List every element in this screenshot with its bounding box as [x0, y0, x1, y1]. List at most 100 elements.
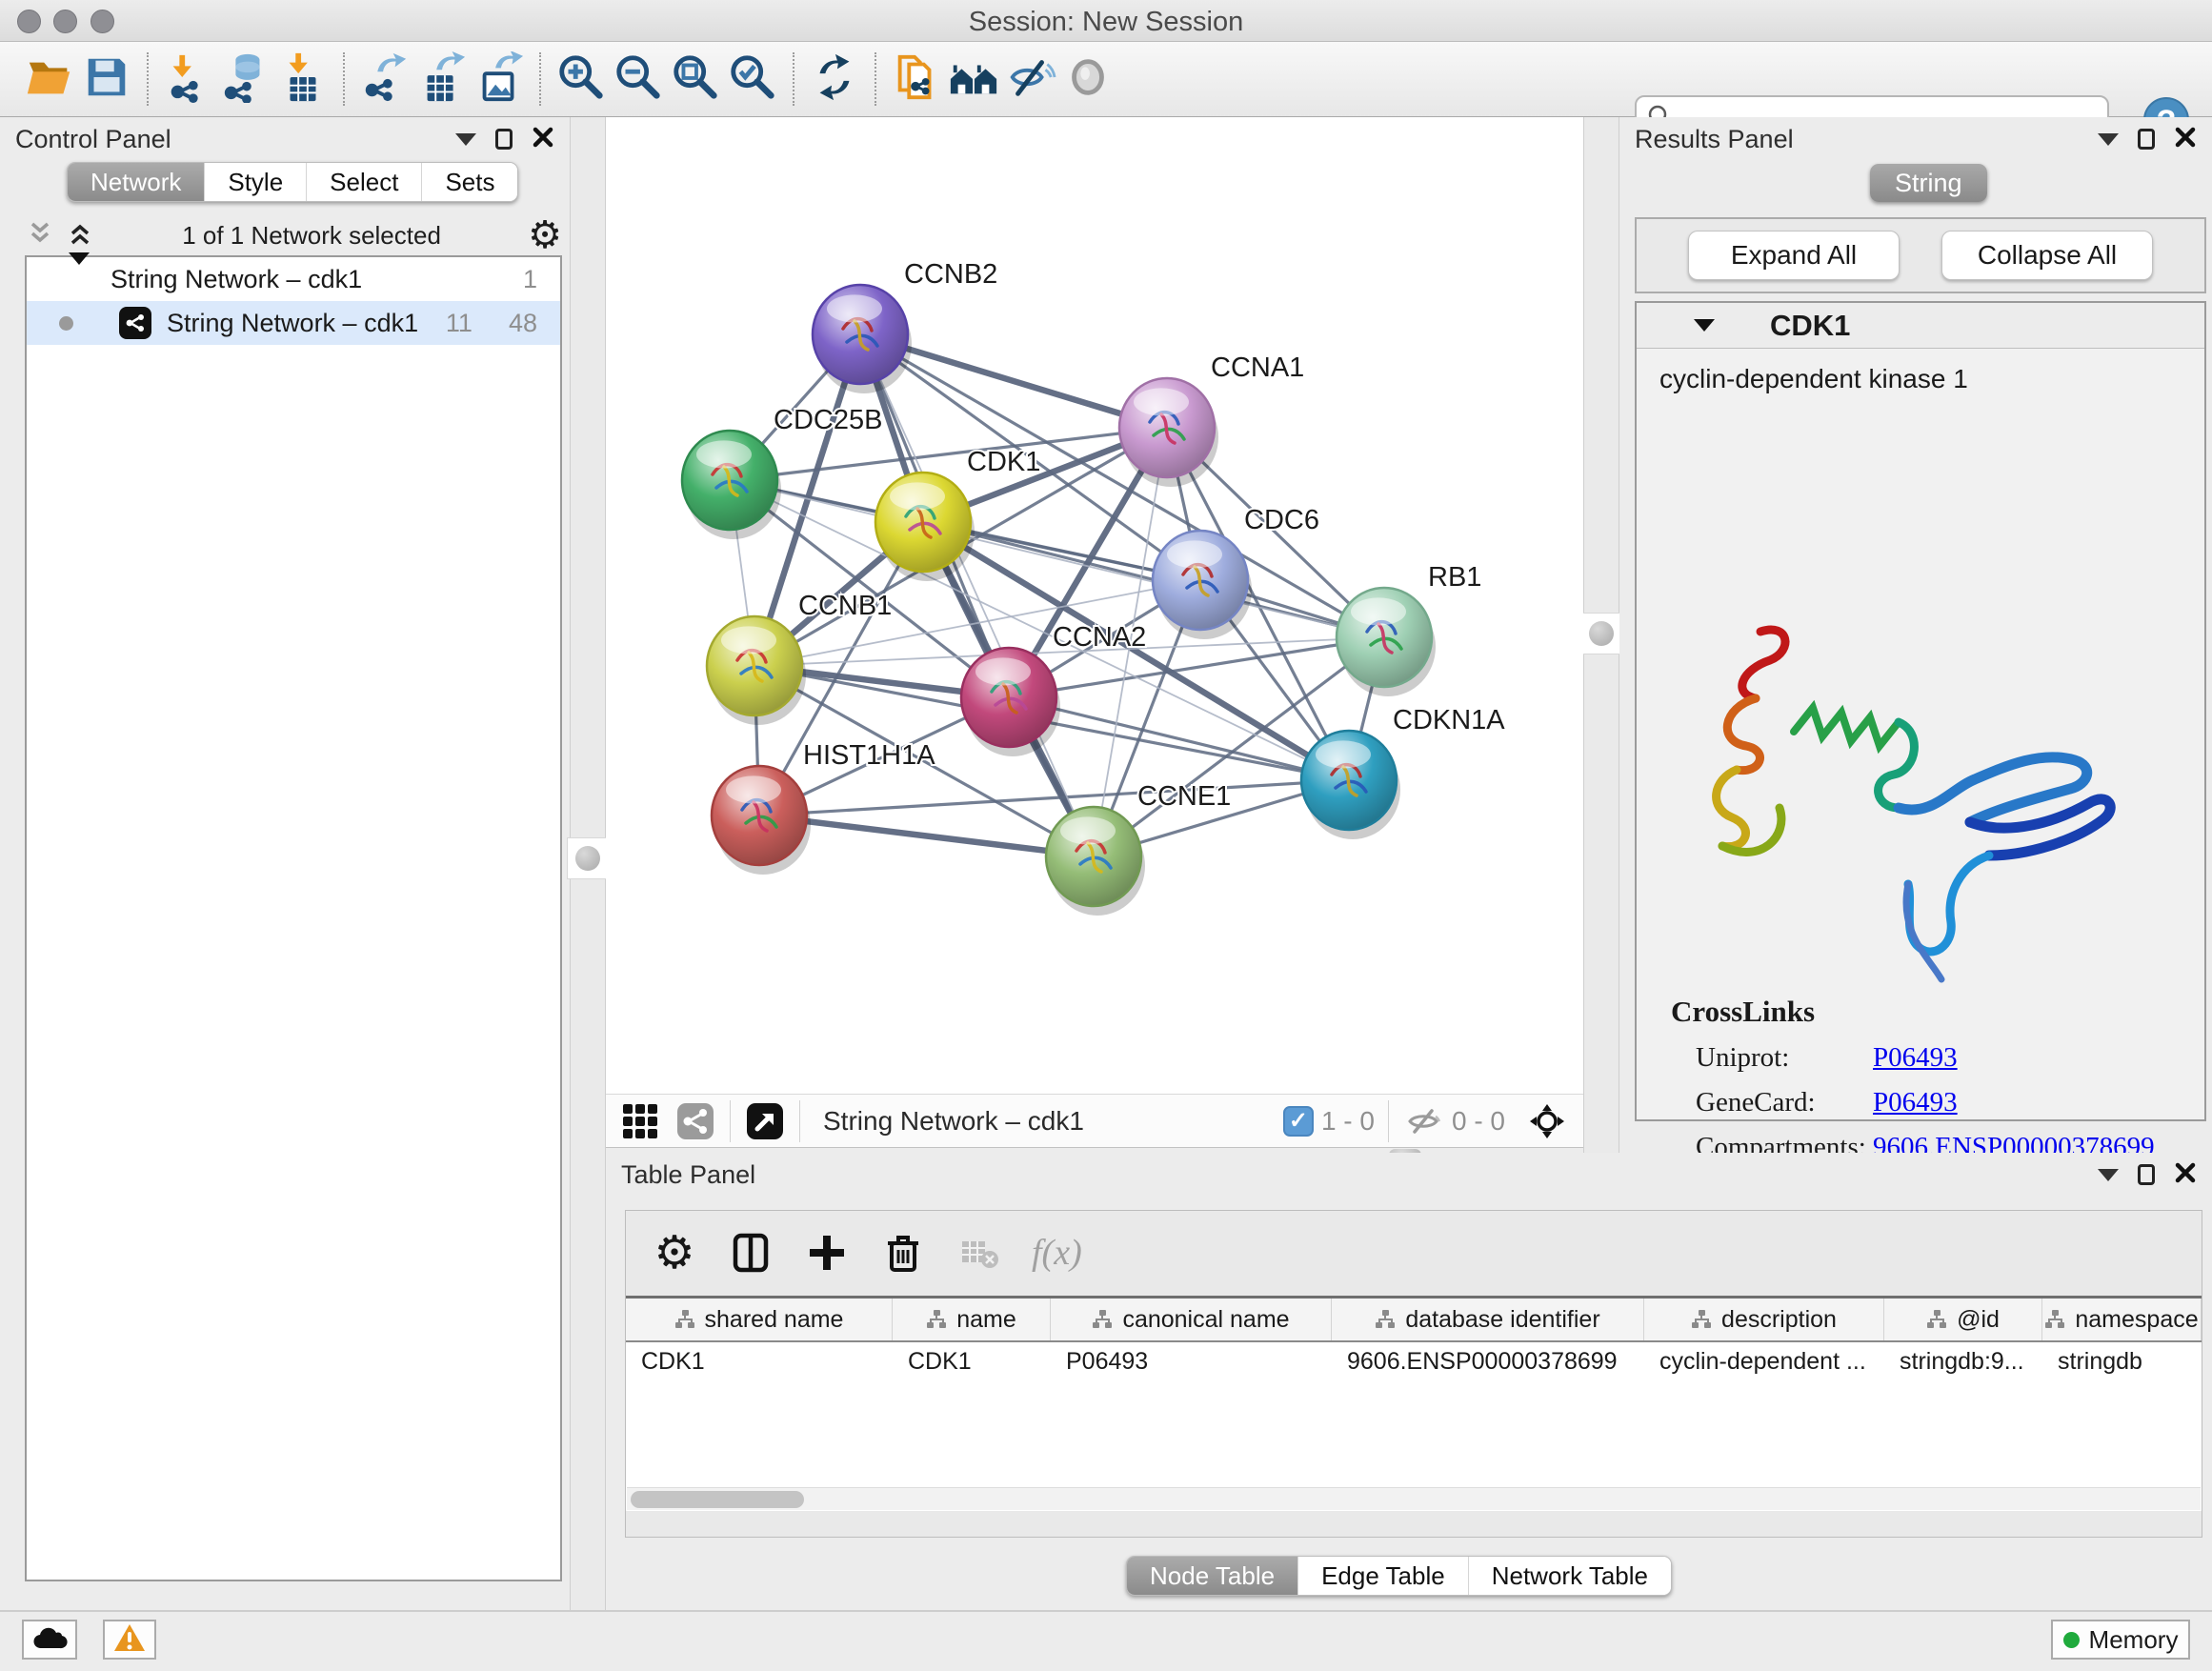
hidden-eye-slash-icon[interactable] [1402, 1100, 1444, 1142]
table-row[interactable]: CDK1CDK1P064939606.ENSP00000378699cyclin… [626, 1342, 2202, 1382]
refresh-icon [809, 51, 860, 108]
crosslink-link[interactable]: P06493 [1873, 1087, 1958, 1118]
status-bar: Memory [0, 1610, 2212, 1671]
import-table-button[interactable] [274, 50, 332, 109]
zoom-selected-button[interactable] [724, 50, 781, 109]
left-splitter-handle[interactable] [567, 837, 609, 879]
tab-network[interactable]: Network [68, 163, 205, 201]
export-image-button[interactable] [471, 50, 528, 109]
tab-sets[interactable]: Sets [422, 163, 517, 201]
new-network-from-selection-button[interactable] [888, 50, 945, 109]
pan-crosshair-icon[interactable] [1526, 1100, 1568, 1142]
cloud-status-button[interactable] [22, 1620, 77, 1660]
tab-edge-table[interactable]: Edge Table [1298, 1557, 1469, 1595]
zoom-fit-button[interactable] [667, 50, 724, 109]
collapse-all-icon[interactable] [25, 218, 55, 253]
expand-all-icon[interactable] [65, 218, 95, 253]
column-header[interactable]: namespace [2042, 1299, 2202, 1340]
zoom-out-button[interactable] [610, 50, 667, 109]
cloud-icon [31, 1625, 68, 1655]
grid-view-icon[interactable] [619, 1100, 661, 1142]
network-collection-row[interactable]: String Network – cdk1 1 [27, 257, 560, 301]
panel-float-icon[interactable] [2138, 1164, 2155, 1185]
network-options-gear-icon[interactable]: ⚙ [528, 216, 562, 254]
results-panel-title: Results Panel [1635, 125, 1794, 154]
panel-close-icon[interactable] [2174, 126, 2197, 153]
tab-node-table[interactable]: Node Table [1127, 1557, 1298, 1595]
right-splitter-handle[interactable] [1580, 613, 1622, 654]
table-cell[interactable]: cyclin-dependent ... [1644, 1342, 1884, 1382]
table-cell[interactable]: CDK1 [626, 1342, 893, 1382]
selected-checkbox-icon[interactable]: ✓ [1283, 1106, 1314, 1137]
tab-select[interactable]: Select [307, 163, 422, 201]
panel-float-icon[interactable] [495, 129, 513, 150]
panel-float-icon[interactable] [2138, 129, 2155, 150]
panel-menu-icon[interactable] [455, 133, 476, 146]
table-horizontal-scrollbar[interactable] [627, 1487, 2201, 1510]
tab-network-table[interactable]: Network Table [1469, 1557, 1671, 1595]
node-table-box: ⚙ f(x) shared namenamecanonical namedata… [625, 1210, 2202, 1538]
string-app-icon [119, 307, 151, 339]
table-cell[interactable]: stringdb:9... [1884, 1342, 2042, 1382]
tab-string[interactable]: String [1870, 164, 1987, 202]
network-row[interactable]: String Network – cdk1 11 48 [27, 301, 560, 345]
warning-status-button[interactable] [103, 1620, 156, 1660]
export-network-button[interactable] [356, 50, 413, 109]
network-share-icon[interactable] [674, 1100, 716, 1142]
column-header[interactable]: shared name [626, 1299, 893, 1340]
create-column-icon[interactable] [803, 1229, 851, 1277]
svg-text:CCNB1: CCNB1 [798, 591, 892, 621]
gene-header-row[interactable]: CDK1 [1637, 303, 2204, 349]
table-cell[interactable]: 9606.ENSP00000378699 [1332, 1342, 1644, 1382]
network-label: String Network – cdk1 [167, 309, 418, 338]
collapse-triangle-icon[interactable] [69, 265, 90, 294]
birds-eye-view-icon[interactable] [744, 1100, 786, 1142]
tab-style[interactable]: Style [205, 163, 307, 201]
import-network-database-button[interactable] [217, 50, 274, 109]
hide-selected-button[interactable] [1002, 50, 1059, 109]
collapse-all-button[interactable]: Collapse All [1941, 231, 2153, 280]
collapse-triangle-icon[interactable] [1694, 319, 1715, 332]
title-bar: Session: New Session [0, 0, 2212, 42]
column-header[interactable]: @id [1884, 1299, 2042, 1340]
import-network-file-button[interactable] [160, 50, 217, 109]
column-header[interactable]: description [1644, 1299, 1884, 1340]
export-table-button[interactable] [413, 50, 471, 109]
panel-menu-icon[interactable] [2098, 133, 2119, 146]
panel-close-icon[interactable] [2174, 1161, 2197, 1189]
expand-all-button[interactable]: Expand All [1688, 231, 1900, 280]
eye-slash-icon [1005, 51, 1056, 108]
current-network-dot-icon [59, 316, 73, 331]
delete-column-icon[interactable] [879, 1229, 927, 1277]
crosslink-link[interactable]: P06493 [1873, 1042, 1958, 1074]
network-view-toolbar: String Network – cdk1 ✓ 1 - 0 0 - 0 [606, 1094, 1583, 1148]
open-session-button[interactable] [21, 50, 78, 109]
panel-close-icon[interactable] [532, 126, 554, 153]
table-cell[interactable]: CDK1 [893, 1342, 1051, 1382]
delete-table-icon[interactable] [955, 1229, 1003, 1277]
show-columns-icon[interactable] [727, 1229, 774, 1277]
table-cell[interactable]: P06493 [1051, 1342, 1332, 1382]
toolbar-separator [875, 52, 876, 106]
memory-button[interactable]: Memory [2051, 1620, 2190, 1660]
save-session-button[interactable] [78, 50, 135, 109]
network-list: String Network – cdk1 1 String Network –… [25, 255, 562, 1581]
column-header[interactable]: canonical name [1051, 1299, 1332, 1340]
apply-layout-button[interactable] [806, 50, 863, 109]
function-builder-button[interactable]: f(x) [1032, 1232, 1082, 1274]
table-cell[interactable]: stringdb [2042, 1342, 2202, 1382]
network-canvas[interactable]: CCNB2CCNA1CDC25BCDK1CDC6RB1CCNB1CCNA2CDK… [606, 117, 1583, 1094]
panel-menu-icon[interactable] [2098, 1169, 2119, 1181]
zoom-fit-icon [670, 51, 721, 108]
home-view-button[interactable] [945, 50, 1002, 109]
node-count: 11 [446, 309, 473, 338]
table-options-gear-icon[interactable]: ⚙ [651, 1229, 698, 1277]
memory-label: Memory [2089, 1625, 2179, 1655]
show-all-button[interactable] [1059, 50, 1116, 109]
toolbar-separator [799, 1100, 800, 1142]
zoom-in-button[interactable] [553, 50, 610, 109]
column-header[interactable]: name [893, 1299, 1051, 1340]
scrollbar-thumb[interactable] [631, 1491, 804, 1508]
column-header[interactable]: database identifier [1332, 1299, 1644, 1340]
svg-text:CDKN1A: CDKN1A [1393, 705, 1505, 735]
